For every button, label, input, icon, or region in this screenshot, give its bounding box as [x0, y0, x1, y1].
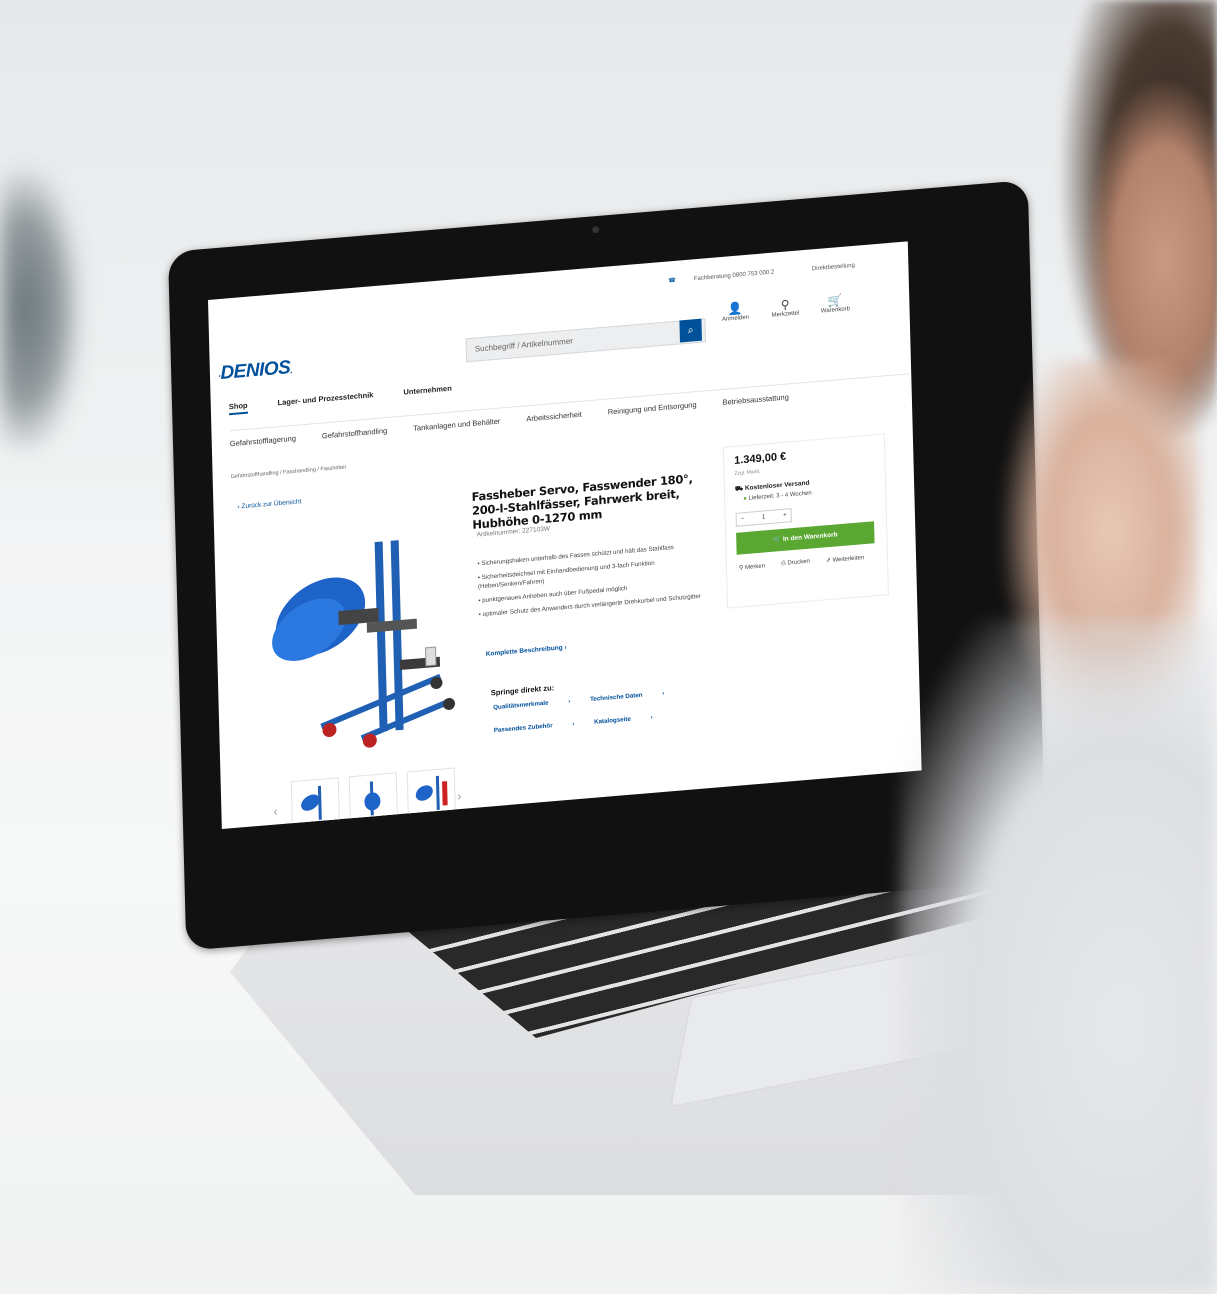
jump-quality-link[interactable]: Qualitätsmerkmale ›	[493, 698, 571, 719]
search-input[interactable]: Suchbegriff / Artikelnummer	[465, 318, 707, 363]
breadcrumb[interactable]: Gefahrstoffhandling / Fasshandling / Fas…	[231, 464, 347, 480]
back-link[interactable]: ‹ Zurück zur Übersicht	[237, 498, 301, 510]
chevron-right-icon: ›	[562, 644, 567, 652]
main-nav: Shop Lager- und Prozesstechnik Unternehm…	[228, 384, 452, 416]
account-button[interactable]: 👤 Anmelden	[717, 300, 754, 323]
account-nav: 👤 Anmelden ⚲ Merkzettel 🛒 Warenkorb	[717, 292, 853, 323]
jump-accessories-link[interactable]: Passendes Zubehör ›	[494, 720, 575, 742]
nav-unternehmen[interactable]: Unternehmen	[403, 384, 452, 401]
category-tankanlagen[interactable]: Tankanlagen und Behälter	[413, 417, 500, 433]
category-gefahrstoffhandling[interactable]: Gefahrstoffhandling	[322, 426, 388, 440]
webcam	[592, 225, 600, 234]
nav-lager-prozesstechnik[interactable]: Lager- und Prozesstechnik	[277, 390, 373, 411]
buybox-actions: ⚲ Merken ⎙ Drucken ⇗ Weiterleiten	[739, 554, 864, 571]
thumbnail-next-arrow[interactable]: ›	[457, 789, 461, 803]
add-to-cart-button[interactable]: 🛒 In den Warenkorb	[736, 521, 875, 555]
category-gefahrstofflagerung[interactable]: Gefahrstofflagerung	[230, 434, 296, 449]
category-arbeitssicherheit[interactable]: Arbeitssicherheit	[526, 410, 582, 424]
share-link[interactable]: ⇗ Weiterleiten	[826, 554, 864, 564]
jump-to-title: Springe direkt zu:	[490, 683, 555, 698]
product-bullets: Sicherungshaken unterhalb des Fasses sch…	[477, 539, 719, 624]
category-reinigung[interactable]: Reinigung und Entsorgung	[608, 400, 697, 416]
product-title: Fassheber Servo, Fasswender 180°, 200-l-…	[471, 471, 693, 532]
quantity-value: 1	[761, 514, 766, 521]
category-betriebsausstattung[interactable]: Betriebsausstattung	[722, 392, 789, 407]
category-nav: Gefahrstofflagerung Gefahrstoffhandling …	[229, 373, 910, 449]
search-icon: ⌕	[687, 324, 694, 337]
top-bar: ☎ Fachberatung 0800 753 000 2 Direktbeste…	[668, 260, 873, 285]
wishlist-button[interactable]: ⚲ Merkzettel	[767, 296, 804, 319]
drum-lifter-illustration	[272, 540, 456, 748]
laptop-screen: ☎ Fachberatung 0800 753 000 2 Direktbeste…	[208, 241, 922, 830]
jump-technical-link[interactable]: Technische Daten ›	[590, 690, 665, 711]
truck-icon: ⛟	[734, 485, 746, 493]
quantity-stepper[interactable]: – 1 +	[735, 508, 792, 527]
buy-box: 1.349,00 € Zzgl. MwSt. ⛟ Kostenloser Ver…	[722, 433, 889, 609]
minus-icon[interactable]: –	[741, 513, 745, 525]
cart-button[interactable]: 🛒 Warenkorb	[817, 292, 854, 315]
nav-shop[interactable]: Shop	[228, 400, 248, 416]
print-link[interactable]: ⎙ Drucken	[781, 559, 810, 568]
thumbnail-prev-arrow[interactable]: ‹	[273, 804, 277, 818]
product-image[interactable]	[245, 504, 475, 773]
search-placeholder: Suchbegriff / Artikelnummer	[474, 336, 573, 354]
jump-catalog-link[interactable]: Katalogseite ›	[594, 714, 653, 734]
remember-link[interactable]: ⚲ Merken	[739, 562, 765, 571]
cart-icon: 🛒	[772, 535, 784, 544]
blurred-plant	[0, 170, 80, 450]
search-button[interactable]: ⌕	[679, 318, 702, 343]
denios-logo[interactable]: ·DENIOS.	[218, 357, 293, 385]
plus-icon[interactable]: +	[783, 510, 787, 522]
price: 1.349,00 €	[734, 450, 787, 467]
hotline-link[interactable]: ☎ Fachberatung 0800 753 000 2	[668, 268, 792, 285]
price-note: Zzgl. MwSt.	[734, 468, 761, 477]
phone-icon: ☎	[668, 277, 676, 285]
person-shirt	[900, 620, 1217, 1294]
direct-order-link[interactable]: Direktbestellung	[812, 263, 855, 273]
full-description-link[interactable]: Komplette Beschreibung ›	[486, 644, 567, 658]
